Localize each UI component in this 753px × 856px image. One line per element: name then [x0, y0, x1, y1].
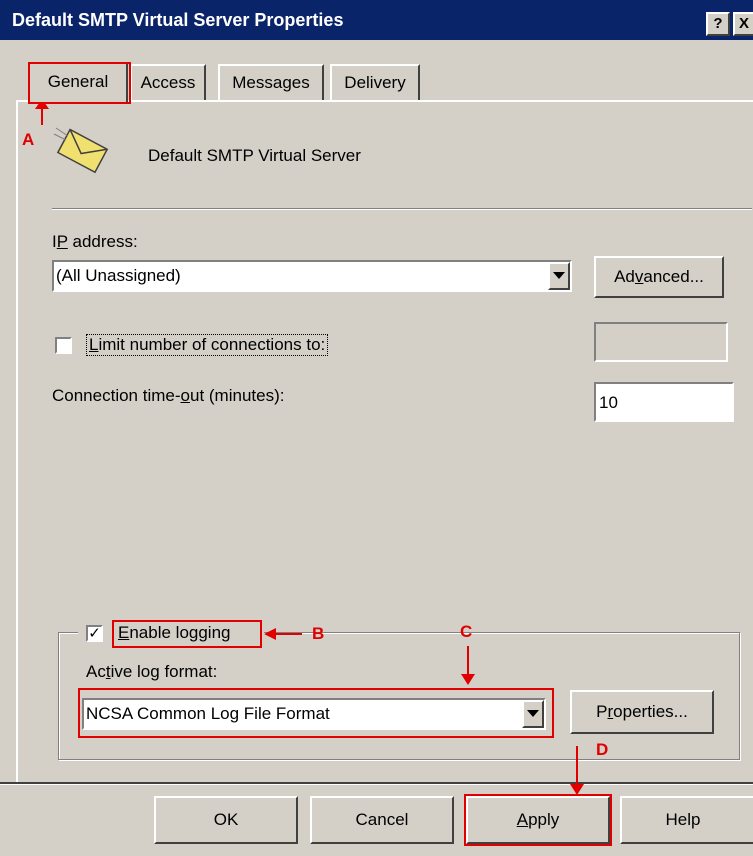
tab-messages-label: Messages	[232, 73, 310, 92]
bottom-divider	[0, 782, 753, 785]
help-title-button[interactable]: ?	[706, 12, 730, 36]
down-triangle-icon	[527, 710, 539, 717]
annotation-c-arrow	[467, 646, 469, 676]
ok-button[interactable]: OK	[154, 796, 298, 844]
window-title: Default SMTP Virtual Server Properties	[12, 10, 344, 30]
separator	[52, 208, 752, 210]
annotation-d-label: D	[596, 740, 609, 759]
annotation-d-arrow	[576, 746, 578, 786]
ip-address-combo[interactable]: (All Unassigned)	[52, 260, 572, 292]
limit-connections-checkbox[interactable]	[55, 337, 72, 354]
server-name: Default SMTP Virtual Server	[148, 146, 361, 165]
annotation-a-label: A	[22, 130, 35, 149]
log-format-dropdown-button[interactable]	[522, 700, 544, 728]
timeout-field[interactable]: 10	[594, 382, 734, 422]
annotation-b-arrow	[276, 633, 302, 635]
annotation-d-box	[464, 794, 612, 846]
log-format-label: Active log format:	[86, 662, 218, 681]
annotation-c-arrowhead	[461, 674, 475, 685]
tab-access[interactable]: Access	[130, 64, 206, 100]
annotation-c-label: C	[460, 622, 473, 641]
cancel-button[interactable]: Cancel	[310, 796, 454, 844]
ip-address-value: (All Unassigned)	[56, 266, 181, 285]
enable-logging-label[interactable]: Enable logging	[118, 623, 231, 643]
limit-connections-field[interactable]	[594, 322, 728, 362]
annotation-b-label: B	[312, 624, 325, 643]
help-button[interactable]: Help	[620, 796, 753, 844]
annotation-a-box	[28, 62, 131, 104]
properties-button[interactable]: Properties...	[570, 690, 714, 734]
advanced-button[interactable]: Advanced...	[594, 256, 724, 298]
close-title-button[interactable]: X	[733, 12, 753, 36]
timeout-label: Connection time-out (minutes):	[52, 386, 285, 405]
limit-connections-label[interactable]: Limit number of connections to:	[86, 334, 329, 356]
tab-delivery-label: Delivery	[344, 73, 406, 92]
ip-address-dropdown-button[interactable]	[548, 262, 570, 290]
log-format-value: NCSA Common Log File Format	[86, 704, 330, 723]
tab-messages[interactable]: Messages	[218, 64, 324, 100]
envelope-icon	[53, 127, 109, 174]
log-format-combo[interactable]: NCSA Common Log File Format	[82, 698, 546, 730]
tab-delivery[interactable]: Delivery	[330, 64, 420, 100]
tab-access-label: Access	[140, 73, 196, 92]
ip-address-label: IP address:	[52, 232, 138, 251]
enable-logging-checkbox[interactable]: ✓	[86, 625, 103, 642]
timeout-value: 10	[599, 393, 618, 412]
down-triangle-icon	[553, 272, 565, 279]
